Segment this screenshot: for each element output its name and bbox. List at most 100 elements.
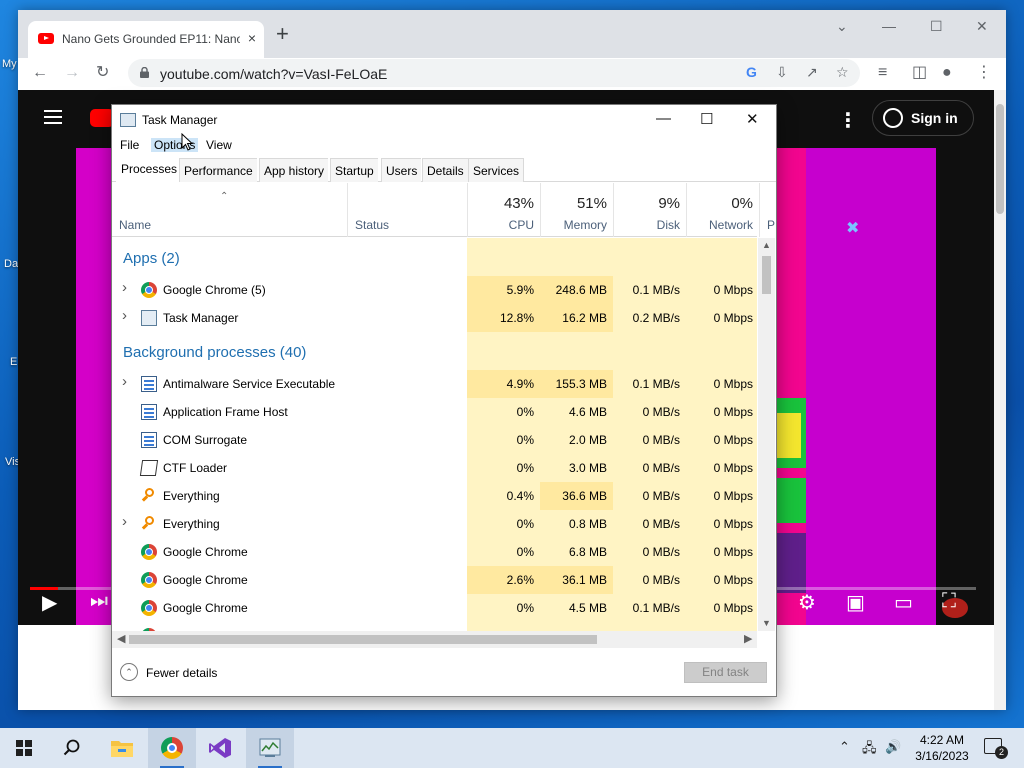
desktop-icon-label[interactable]: E — [10, 356, 17, 368]
expand-chevron-icon[interactable]: › — [122, 279, 127, 296]
network-icon[interactable]: 🖧 — [862, 739, 877, 761]
tab-processes[interactable]: Processes — [116, 156, 182, 183]
miniplayer-icon[interactable]: ▣ — [846, 590, 865, 615]
minimize-button[interactable]: — — [882, 18, 896, 34]
miniplayer-close-icon[interactable]: ✖ — [846, 218, 859, 238]
column-name[interactable]: ⌃ Name — [112, 183, 347, 237]
menu-file[interactable]: File — [120, 138, 139, 152]
network-total: 0% — [731, 195, 753, 212]
more-menu-icon[interactable]: ⋮ — [976, 64, 992, 82]
new-tab-button[interactable]: + — [276, 23, 289, 45]
process-row[interactable]: 0.4% 36.6 MB 0 MB/s 0 Mbps Everything — [112, 482, 757, 510]
taskbar-task-manager[interactable] — [246, 728, 294, 768]
end-task-button[interactable]: End task — [684, 662, 767, 683]
tab-startup[interactable]: Startup — [330, 158, 378, 182]
disk-value: 0.1 MB/s — [613, 276, 686, 304]
process-row[interactable]: 12.8% 16.2 MB 0.2 MB/s 0 Mbps › Task Manager — [112, 304, 757, 332]
tab-users[interactable]: Users — [381, 158, 422, 182]
process-row[interactable]: 0% 2.0 MB 0 MB/s 0 Mbps COM Surrogate — [112, 426, 757, 454]
expand-chevron-icon[interactable]: › — [122, 307, 127, 324]
scroll-right-icon[interactable]: ▶ — [744, 632, 752, 645]
taskbar-clock[interactable]: 4:22 AM 3/16/2023 — [912, 732, 972, 764]
address-bar[interactable]: youtube.com/watch?v=VasI-FeLOaE G ⇩ ↗ ☆ — [128, 59, 860, 87]
show-hidden-icons-icon[interactable]: ⌃ — [839, 739, 850, 755]
close-button[interactable]: ✕ — [976, 18, 988, 35]
hamburger-menu-icon[interactable] — [44, 110, 62, 124]
scroll-up-icon[interactable]: ▲ — [762, 240, 771, 250]
menu-view[interactable]: View — [206, 138, 232, 152]
expand-chevron-icon[interactable]: › — [122, 373, 127, 390]
side-panel-icon[interactable]: ◫ — [912, 64, 927, 82]
taskbar-chrome[interactable] — [148, 728, 196, 768]
taskbar-search-button[interactable] — [48, 728, 96, 768]
chevron-up-icon[interactable]: ⌃ — [120, 663, 138, 681]
column-memory[interactable]: 51% Memory — [540, 183, 613, 237]
sign-in-button[interactable]: Sign in — [872, 100, 974, 136]
google-translate-icon[interactable]: G — [746, 64, 757, 80]
process-row[interactable]: 0% 4.6 MB 0 MB/s 0 Mbps Application Frame Ho… — [112, 398, 757, 426]
settings-gear-icon[interactable]: ⚙ — [798, 590, 816, 615]
usage-cell-background — [467, 622, 540, 631]
task-manager-titlebar[interactable]: Task Manager — ☐ ✕ — [112, 105, 776, 135]
column-network[interactable]: 0% Network — [686, 183, 759, 237]
tab-app-history[interactable]: App history — [259, 158, 329, 182]
process-row[interactable]: 0% 3.0 MB 0 MB/s 0 Mbps CTF Loader — [112, 454, 757, 482]
maximize-button[interactable]: ☐ — [700, 110, 713, 128]
process-row[interactable]: 5.9% 248.6 MB 0.1 MB/s 0 Mbps › Google Chrome… — [112, 276, 757, 304]
close-button[interactable]: ✕ — [746, 110, 759, 128]
minimize-button[interactable]: — — [656, 110, 671, 127]
play-icon[interactable]: ▶ — [42, 590, 57, 615]
taskbar-visual-studio[interactable] — [196, 728, 244, 768]
column-cpu[interactable]: 43% CPU — [467, 183, 540, 237]
chrome-icon — [161, 737, 183, 759]
scroll-down-icon[interactable]: ▼ — [762, 618, 771, 628]
install-icon[interactable]: ⇩ — [776, 64, 788, 81]
fewer-details-link[interactable]: Fewer details — [146, 666, 217, 680]
notification-center-icon[interactable]: 2 — [984, 738, 1008, 759]
reload-icon[interactable]: ↻ — [96, 64, 109, 82]
maximize-button[interactable]: ☐ — [930, 18, 943, 35]
scrollbar-thumb[interactable] — [129, 635, 597, 644]
browser-tab[interactable]: Nano Gets Grounded EP11: Nano × — [28, 21, 264, 58]
tab-services[interactable]: Services — [468, 158, 525, 182]
tab-search-dropdown-icon[interactable]: ⌄ — [836, 18, 848, 35]
horizontal-scrollbar[interactable]: ◀ ▶ — [112, 631, 757, 648]
page-scrollbar[interactable] — [994, 90, 1006, 710]
tab-close-icon[interactable]: × — [248, 30, 256, 46]
scrollbar-thumb[interactable] — [762, 256, 771, 294]
share-icon[interactable]: ↗ — [806, 64, 818, 81]
youtube-settings-dots-icon[interactable]: ⋮ — [838, 108, 858, 133]
taskbar-file-explorer[interactable] — [98, 728, 146, 768]
column-status[interactable]: Status — [347, 183, 467, 237]
process-row[interactable]: 0% 4.5 MB 0.1 MB/s 0 Mbps Google Chrome — [112, 594, 757, 622]
volume-icon[interactable]: 🔊 — [885, 739, 901, 755]
forward-icon[interactable]: → — [64, 64, 80, 82]
process-row[interactable]: 4.9% 155.3 MB 0.1 MB/s 0 Mbps › Antimalware S… — [112, 370, 757, 398]
process-row-partial[interactable] — [112, 622, 757, 631]
sort-caret-icon: ⌃ — [220, 191, 229, 202]
next-icon[interactable]: ⏭ — [90, 590, 108, 613]
network-value: 0 Mbps — [686, 370, 757, 398]
page-scrollbar-thumb[interactable] — [996, 104, 1004, 214]
tab-performance[interactable]: Performance — [179, 158, 257, 182]
start-button[interactable] — [0, 728, 48, 768]
cpu-value: 12.8% — [467, 304, 540, 332]
scroll-left-icon[interactable]: ◀ — [117, 632, 125, 645]
column-power[interactable]: P — [759, 183, 779, 237]
expand-chevron-icon[interactable]: › — [122, 513, 127, 530]
vertical-scrollbar[interactable]: ▲ ▼ — [758, 238, 775, 631]
media-controls-icon[interactable]: ≡ — [878, 64, 887, 82]
profile-avatar-icon[interactable]: ● — [942, 64, 952, 82]
bookmark-star-icon[interactable]: ☆ — [836, 64, 849, 81]
tab-details[interactable]: Details — [422, 158, 468, 182]
theater-mode-icon[interactable]: ▭ — [894, 590, 913, 615]
process-row[interactable]: 0% 0.8 MB 0 MB/s 0 Mbps › Everything — [112, 510, 757, 538]
process-row[interactable]: 0% 6.8 MB 0 MB/s 0 Mbps Google Chrome — [112, 538, 757, 566]
back-icon[interactable]: ← — [32, 64, 48, 82]
desktop-icon-label[interactable]: Da — [4, 258, 18, 270]
fullscreen-icon[interactable]: ⛶ — [942, 590, 956, 613]
column-disk[interactable]: 9% Disk — [613, 183, 686, 237]
desktop-icon-label[interactable]: My — [2, 58, 17, 70]
url-text[interactable]: youtube.com/watch?v=VasI-FeLOaE — [160, 66, 387, 82]
process-row[interactable]: 2.6% 36.1 MB 0 MB/s 0 Mbps Google Chrome — [112, 566, 757, 594]
